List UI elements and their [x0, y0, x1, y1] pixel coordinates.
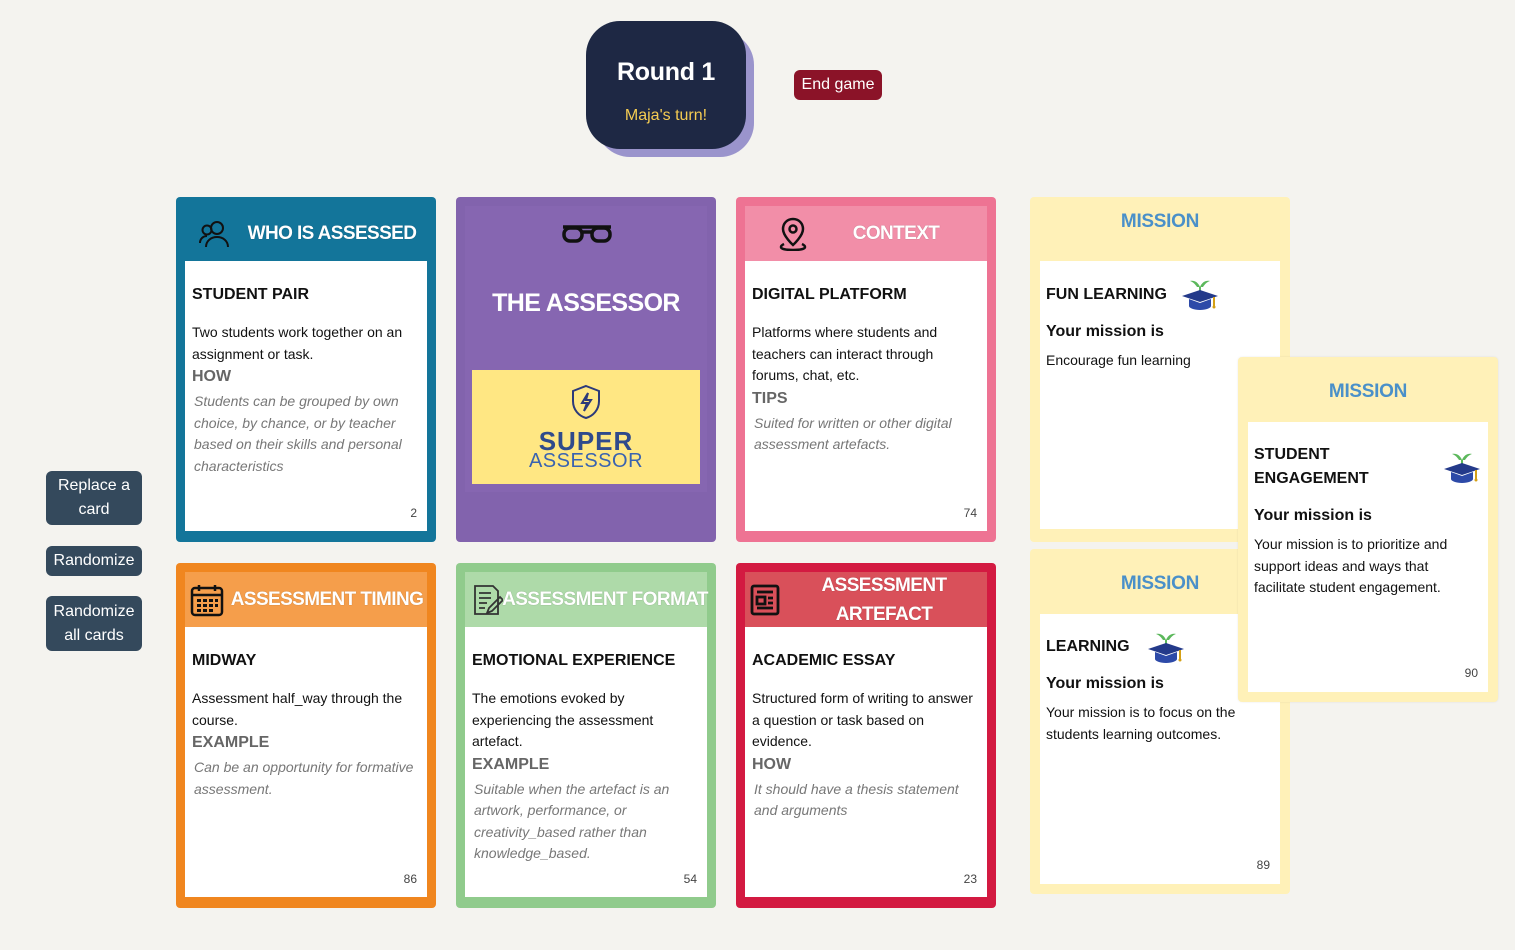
card-detail: Students can be grouped by own choice, b… — [194, 393, 402, 474]
card-subheading: EXAMPLE — [192, 734, 270, 751]
card-header: ASSESSMENT TIMING — [185, 572, 427, 627]
mission-title: STUDENT ENGAGEMENT — [1254, 446, 1369, 487]
graduation-cap-icon — [1442, 450, 1482, 489]
mission-subheading: Your mission is — [1254, 507, 1372, 524]
card-detail: It should have a thesis statement and ar… — [754, 780, 959, 819]
card-title: STUDENT PAIR — [192, 286, 310, 303]
randomize-all-label: Randomize all cards — [53, 602, 135, 644]
replace-card-label: Replace a card — [57, 477, 131, 518]
card-category: WHO IS ASSESSED — [247, 223, 417, 244]
card-number: 89 — [1256, 858, 1270, 872]
card-category: ASSESSMENT FORMAT — [502, 589, 708, 610]
card-body: EMOTIONAL EXPERIENCE The emotions evoked… — [465, 627, 707, 897]
card-context[interactable]: CONTEXT DIGITAL PLATFORM Platforms where… — [736, 197, 996, 542]
people-icon — [197, 216, 233, 252]
card-detail: Suitable when the artefact is an artwork… — [474, 780, 670, 862]
card-number: 23 — [963, 872, 977, 886]
card-number: 74 — [963, 506, 977, 520]
card-category: ASSESSMENT ARTEFACT — [821, 574, 948, 625]
card-title: EMOTIONAL EXPERIENCE — [472, 652, 676, 669]
randomize-label: Randomize — [53, 552, 135, 569]
assessor-title: THE ASSESSOR — [492, 289, 680, 317]
card-body: DIGITAL PLATFORM Platforms where student… — [745, 261, 987, 531]
card-number: 86 — [403, 872, 417, 886]
mission-text: Your mission is to focus on the students… — [1046, 704, 1236, 742]
card-body: ACADEMIC ESSAY Structured form of writin… — [745, 627, 987, 897]
mission-subheading: Your mission is — [1046, 323, 1164, 340]
graduation-cap-icon — [1146, 630, 1186, 669]
super-assessor-badge: SUPER ASSESSOR — [472, 370, 700, 484]
shield-icon — [570, 384, 602, 425]
card-description: Assessment half_way through the course. — [192, 690, 403, 728]
card-detail: Suited for written or other digital asse… — [754, 414, 952, 453]
card-subheading: HOW — [192, 368, 232, 385]
card-header: ASSESSMENT ARTEFACT — [745, 572, 987, 627]
card-category: CONTEXT — [852, 223, 940, 244]
card-assessment-timing[interactable]: ASSESSMENT TIMING MIDWAY Assessment half… — [176, 563, 436, 908]
card-header: ASSESSMENT FORMAT — [465, 572, 709, 627]
card-assessment-artefact[interactable]: ASSESSMENT ARTEFACT ACADEMIC ESSAY Struc… — [736, 563, 996, 908]
card-category: ASSESSMENT TIMING — [230, 589, 424, 610]
card-description: Platforms where students and teachers ca… — [752, 324, 938, 383]
card-title: DIGITAL PLATFORM — [752, 286, 907, 303]
card-body: STUDENT PAIR Two students work together … — [185, 261, 427, 531]
card-header: CONTEXT — [745, 206, 987, 261]
card-description: Structured form of writing to answer a q… — [752, 690, 973, 749]
card-body: MIDWAY Assessment half_way through the c… — [185, 627, 427, 897]
card-number: 90 — [1464, 666, 1478, 680]
randomize-button[interactable]: Randomize — [46, 546, 142, 576]
card-title: MIDWAY — [192, 652, 257, 669]
card-description: The emotions evoked by experiencing the … — [472, 690, 654, 749]
mission-heading: MISSION — [1120, 211, 1200, 232]
card-number: 2 — [410, 506, 417, 520]
card-who-is-assessed[interactable]: WHO IS ASSESSED STUDENT PAIR Two student… — [176, 197, 436, 542]
newspaper-icon — [747, 582, 783, 618]
mission-heading: MISSION — [1328, 381, 1408, 402]
calendar-icon — [189, 582, 225, 618]
glasses-icon — [560, 223, 614, 250]
round-badge: Round 1 Maja's turn! — [586, 21, 746, 149]
location-pin-icon — [775, 216, 811, 252]
replace-card-button[interactable]: Replace a card — [46, 471, 142, 525]
mission-card[interactable]: MISSION STUDENT ENGAGEMENT Your mission … — [1238, 357, 1498, 702]
card-subheading: TIPS — [752, 389, 788, 407]
card-description: Two students work together on an assignm… — [192, 324, 403, 362]
card-assessor[interactable]: THE ASSESSOR SUPER ASSESSOR — [456, 197, 716, 542]
card-number: 54 — [683, 872, 697, 886]
card-title: ACADEMIC ESSAY — [752, 652, 896, 669]
randomize-all-button[interactable]: Randomize all cards — [46, 596, 142, 651]
end-game-button[interactable]: End game — [794, 70, 882, 100]
mission-title: FUN LEARNING — [1046, 286, 1167, 303]
graduation-cap-icon — [1180, 277, 1220, 316]
card-assessment-format[interactable]: ASSESSMENT FORMAT EMOTIONAL EXPERIENCE T… — [456, 563, 716, 908]
round-title: Round 1 — [617, 58, 715, 86]
document-pen-icon — [469, 582, 505, 618]
card-subheading: HOW — [752, 755, 792, 773]
card-header: WHO IS ASSESSED — [185, 206, 427, 261]
card-detail: Can be an opportunity for formative asse… — [194, 759, 414, 797]
card-subheading: EXAMPLE — [472, 755, 550, 773]
badge-line2: ASSESSOR — [528, 450, 644, 472]
mission-text: Your mission is to prioritize and suppor… — [1254, 536, 1448, 595]
turn-indicator: Maja's turn! — [624, 107, 708, 124]
